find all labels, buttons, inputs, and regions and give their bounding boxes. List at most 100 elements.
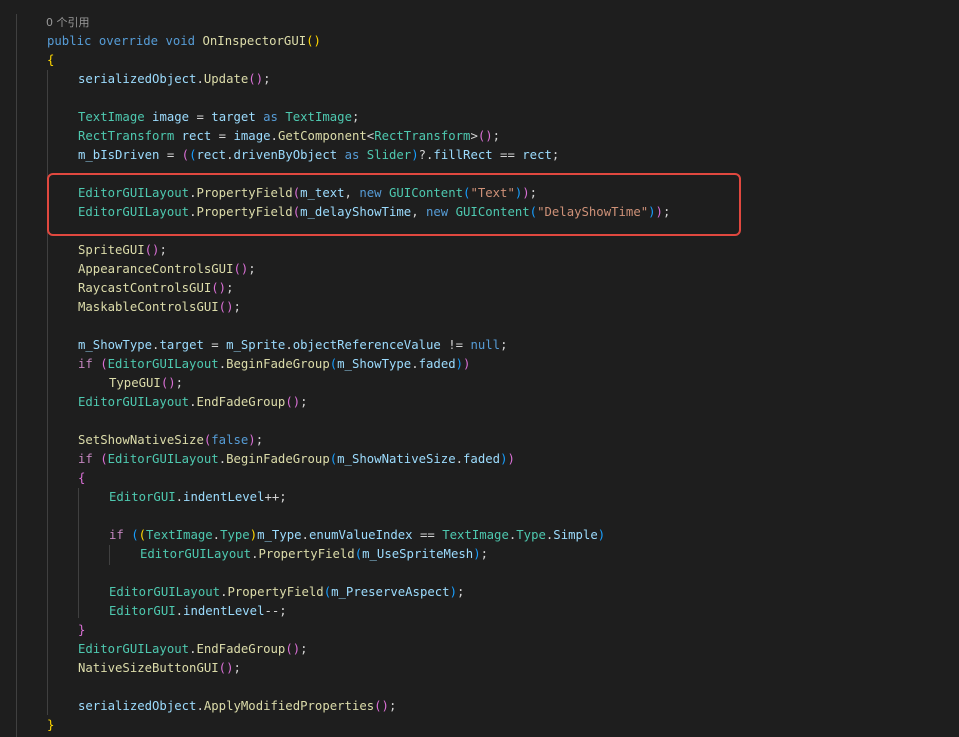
code-token: if	[78, 452, 93, 466]
code-line[interactable]: EditorGUILayout.EndFadeGroup();	[78, 640, 308, 659]
code-token: )	[473, 547, 481, 561]
code-token: )	[463, 357, 471, 371]
code-token: rect	[196, 148, 227, 162]
code-line[interactable]: }	[47, 716, 54, 735]
code-token: ?.	[418, 148, 434, 162]
code-token: m_ShowNativeSize	[337, 452, 456, 466]
code-line[interactable]: EditorGUILayout.PropertyField(m_Preserve…	[109, 583, 464, 602]
code-token: {	[47, 53, 55, 67]
code-token: (	[181, 148, 190, 162]
code-token: TextImage	[146, 528, 213, 542]
code-token: ()	[285, 395, 301, 409]
indent-guide	[78, 488, 79, 618]
code-line[interactable]: if (EditorGUILayout.BeginFadeGroup(m_Sho…	[78, 450, 515, 469]
code-token: public	[47, 34, 92, 48]
code-line[interactable]: if ((TextImage.Type)m_Type.enumValueInde…	[109, 526, 605, 545]
code-line[interactable]: RaycastControlsGUI();	[78, 279, 233, 298]
code-token: !=	[440, 338, 471, 352]
code-line[interactable]: TypeGUI();	[109, 374, 183, 393]
code-token: indentLevel	[183, 490, 265, 504]
code-token: BeginFadeGroup	[226, 357, 330, 371]
code-token: ;	[351, 110, 360, 124]
code-token: )	[248, 433, 256, 447]
code-token: ()	[285, 642, 301, 656]
code-token: TypeGUI	[109, 376, 161, 390]
code-token: ;	[300, 395, 308, 409]
code-token: EditorGUI	[109, 604, 176, 618]
code-token: rect	[181, 129, 212, 143]
code-token: void	[165, 34, 196, 48]
code-line[interactable]: EditorGUI.indentLevel++;	[109, 488, 287, 507]
code-line[interactable]: public override void OnInspectorGUI()	[47, 32, 321, 51]
code-line[interactable]: TextImage image = target as TextImage;	[78, 108, 359, 127]
code-line[interactable]: m_ShowType.target = m_Sprite.objectRefer…	[78, 336, 507, 355]
code-token: ()	[218, 300, 234, 314]
code-line[interactable]: MaskableControlsGUI();	[78, 298, 241, 317]
code-token: m_Sprite	[226, 338, 286, 352]
code-token: .	[226, 148, 234, 162]
code-line[interactable]: }	[78, 621, 85, 640]
code-token: (	[323, 585, 332, 599]
code-token: SpriteGUI	[78, 243, 145, 257]
code-token: Type	[220, 528, 250, 542]
code-token: m_ShowType	[337, 357, 412, 371]
code-token: ApplyModifiedProperties	[203, 699, 375, 713]
code-token: .	[301, 528, 309, 542]
code-token: TextImage	[78, 110, 145, 124]
code-token: serializedObject	[78, 699, 197, 713]
code-token: ;	[551, 148, 560, 162]
code-line[interactable]: {	[47, 51, 54, 70]
code-token: ;	[255, 433, 264, 447]
code-editor[interactable]: 0 个引用 public override void OnInspectorGU…	[0, 0, 959, 737]
code-line[interactable]: {	[78, 469, 85, 488]
code-line[interactable]: AppearanceControlsGUI();	[78, 260, 256, 279]
code-line[interactable]: if (EditorGUILayout.BeginFadeGroup(m_Sho…	[78, 355, 470, 374]
code-token: ()	[477, 129, 493, 143]
code-token: (	[100, 357, 108, 371]
code-token: if	[109, 528, 124, 542]
code-token: override	[98, 34, 159, 48]
code-token: )	[249, 528, 258, 542]
code-token: =	[203, 338, 227, 352]
code-token: m_ShowType	[78, 338, 153, 352]
code-line[interactable]: EditorGUILayout.EndFadeGroup();	[78, 393, 308, 412]
code-token: EditorGUI	[109, 490, 176, 504]
code-token: faded	[463, 452, 501, 466]
code-line[interactable]: EditorGUI.indentLevel--;	[109, 602, 287, 621]
code-token: ;	[226, 281, 234, 295]
code-token: ;	[233, 300, 241, 314]
code-token: ()	[248, 72, 264, 86]
code-token: .	[218, 357, 227, 371]
code-token: )	[411, 148, 419, 162]
code-token: false	[211, 433, 249, 447]
code-token: PropertyField	[227, 585, 324, 599]
reference-count-codelens[interactable]: 0 个引用	[46, 14, 90, 30]
code-line[interactable]: RectTransform rect = image.GetComponent<…	[78, 127, 500, 146]
code-line[interactable]: serializedObject.Update();	[78, 70, 271, 89]
code-token: GetComponent	[277, 129, 367, 143]
code-token: AppearanceControlsGUI	[78, 262, 234, 276]
code-token: enumValueIndex	[308, 528, 413, 542]
code-line[interactable]: EditorGUILayout.PropertyField(m_UseSprit…	[140, 545, 488, 564]
code-line[interactable]: m_bIsDriven = ((rect.drivenByObject as S…	[78, 146, 559, 165]
code-token: .	[212, 528, 221, 542]
code-token: ()	[233, 262, 249, 276]
code-token: ;	[300, 642, 308, 656]
code-token: =	[159, 148, 182, 162]
indent-guide	[16, 14, 17, 737]
code-token: TextImage	[442, 528, 509, 542]
code-line[interactable]: serializedObject.ApplyModifiedProperties…	[78, 697, 396, 716]
code-token: as	[263, 110, 278, 124]
code-line[interactable]: SetShowNativeSize(false);	[78, 431, 263, 450]
code-token: .	[175, 490, 184, 504]
code-token: objectReferenceValue	[292, 338, 441, 352]
code-line[interactable]: SpriteGUI();	[78, 241, 167, 260]
code-token: EditorGUILayout	[78, 642, 190, 656]
code-token: EditorGUILayout	[78, 395, 190, 409]
code-token: OnInspectorGUI	[202, 34, 307, 48]
code-token: RectTransform	[78, 129, 175, 143]
code-line[interactable]: NativeSizeButtonGUI();	[78, 659, 241, 678]
code-token: ==	[492, 148, 523, 162]
